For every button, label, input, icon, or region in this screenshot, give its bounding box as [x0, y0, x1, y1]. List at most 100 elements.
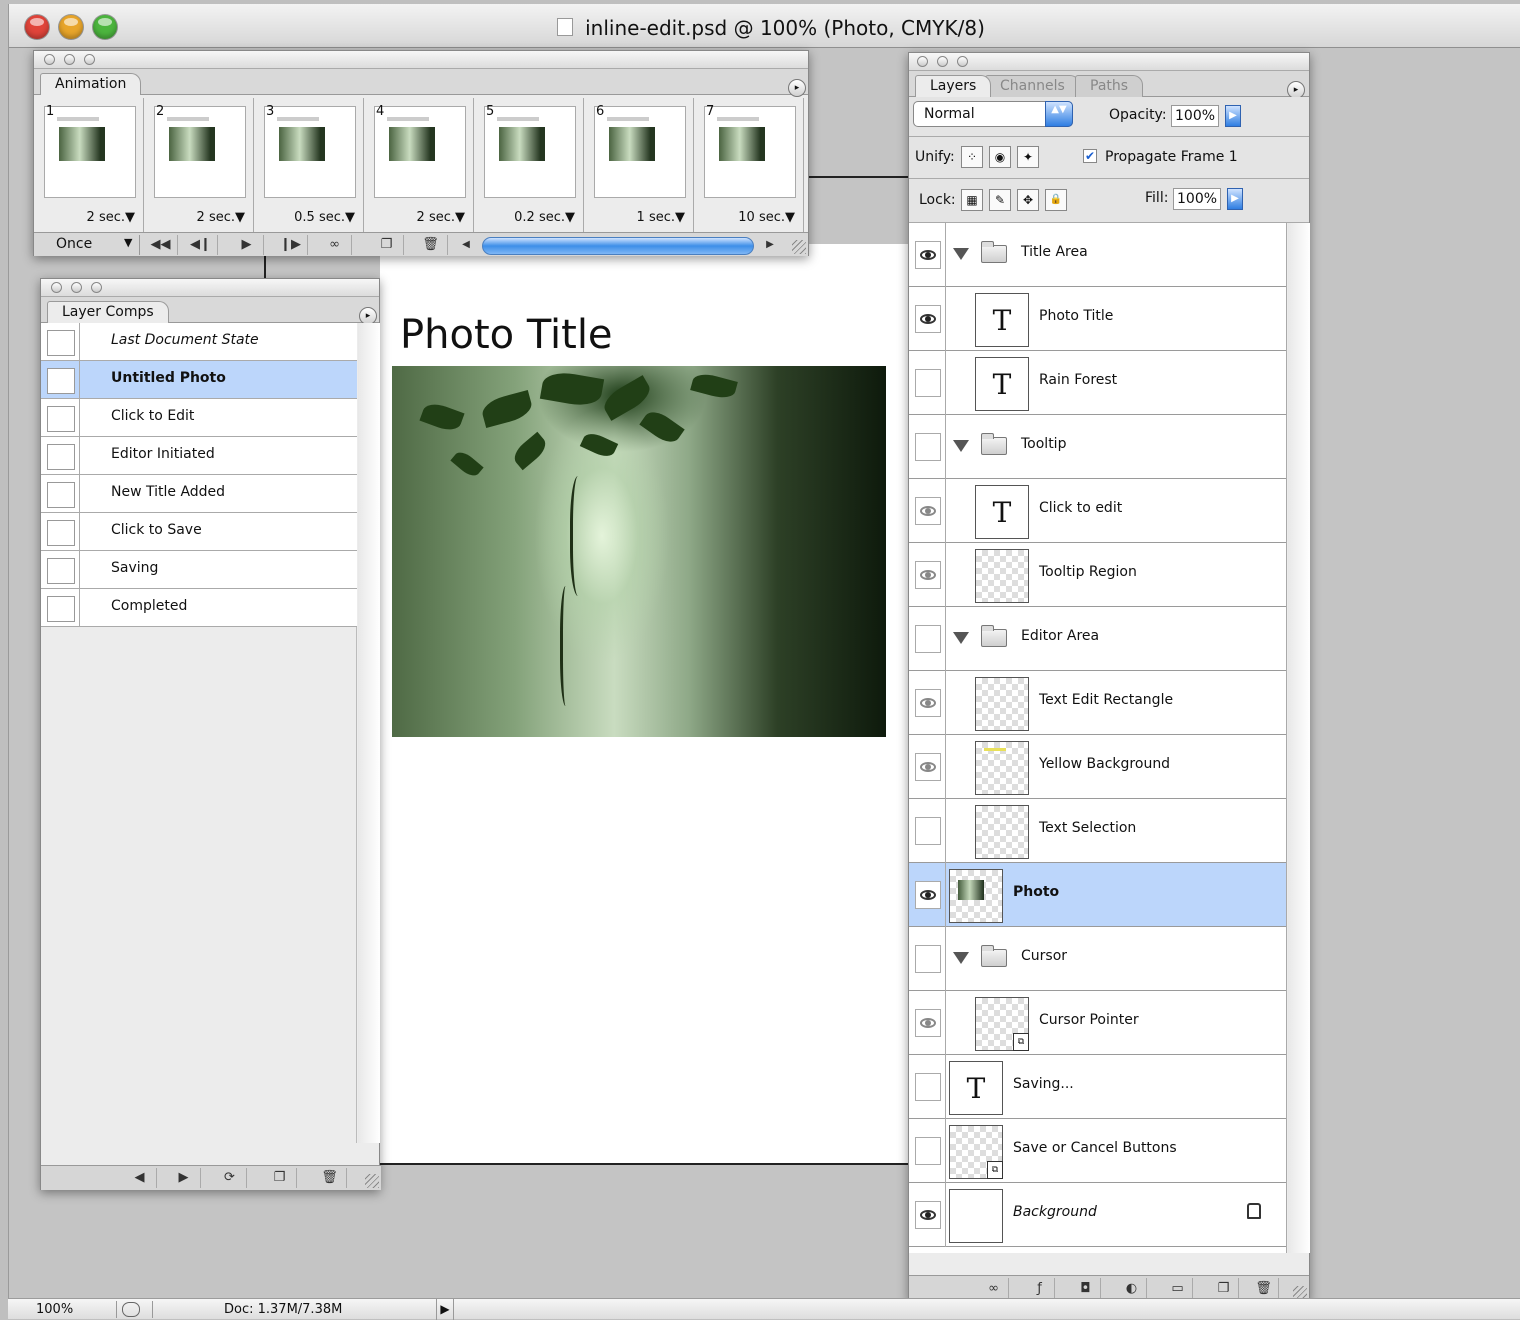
new-layer-icon[interactable]: ❐: [1209, 1278, 1239, 1300]
layer-row[interactable]: T Rain Forest: [909, 351, 1286, 415]
palette-minimize-button[interactable]: [71, 282, 82, 293]
palette-titlebar[interactable]: [41, 279, 379, 297]
apply-comp-checkbox[interactable]: [47, 558, 75, 584]
layers-scrollbar[interactable]: [1288, 223, 1310, 1253]
lock-all-icon[interactable]: 🔒: [1045, 189, 1067, 211]
palette-zoom-button[interactable]: [957, 56, 968, 67]
next-frame-button[interactable]: ❙▶: [274, 235, 308, 255]
apply-comp-checkbox[interactable]: [47, 444, 75, 470]
duplicate-frame-button[interactable]: ❐: [370, 235, 404, 255]
layer-comp-row[interactable]: Completed: [41, 589, 357, 627]
apply-comp-checkbox[interactable]: [47, 596, 75, 622]
palette-titlebar[interactable]: [909, 53, 1309, 71]
layer-row[interactable]: Photo: [909, 863, 1286, 927]
visibility-toggle[interactable]: [915, 817, 941, 845]
layer-group-row[interactable]: Editor Area: [909, 607, 1286, 671]
tab-paths[interactable]: Paths: [1075, 75, 1144, 97]
visibility-toggle[interactable]: [915, 881, 941, 909]
layer-comp-row[interactable]: Saving: [41, 551, 357, 589]
link-layers-icon[interactable]: ∞: [979, 1278, 1009, 1300]
visibility-toggle[interactable]: [915, 1201, 941, 1229]
previous-frame-button[interactable]: ◀❙: [184, 235, 218, 255]
layer-row[interactable]: ⧉ Cursor Pointer: [909, 991, 1286, 1055]
tween-button[interactable]: ∞: [318, 235, 352, 255]
disclosure-triangle-icon[interactable]: [953, 952, 969, 964]
layer-comp-row[interactable]: New Title Added: [41, 475, 357, 513]
animation-frame[interactable]: 3 0.5 sec.▼: [256, 98, 364, 232]
layer-row[interactable]: Tooltip Region: [909, 543, 1286, 607]
layer-group-row[interactable]: Title Area: [909, 223, 1286, 287]
resize-grip[interactable]: [792, 240, 806, 254]
frame-delay-select[interactable]: 1 sec.▼: [637, 210, 685, 225]
visibility-toggle[interactable]: [915, 945, 941, 973]
palette-close-button[interactable]: [44, 54, 55, 65]
unify-style-icon[interactable]: ✦: [1017, 146, 1039, 168]
visibility-toggle[interactable]: [915, 369, 941, 397]
tab-animation[interactable]: Animation: [40, 73, 142, 95]
opacity-slider-icon[interactable]: ▶: [1225, 105, 1241, 127]
tab-layers[interactable]: Layers: [915, 75, 992, 97]
layer-comp-row[interactable]: Last Document State: [41, 323, 357, 361]
delete-layer-icon[interactable]: 🗑: [1249, 1278, 1279, 1300]
animation-frame[interactable]: 5 0.2 sec.▼: [476, 98, 584, 232]
fill-input[interactable]: 100%: [1173, 188, 1221, 210]
layer-comp-row[interactable]: Click to Edit: [41, 399, 357, 437]
layer-group-row[interactable]: Cursor: [909, 927, 1286, 991]
visibility-toggle[interactable]: [915, 625, 941, 653]
status-menu-icon[interactable]: ▶: [436, 1299, 454, 1320]
palette-menu-icon[interactable]: ▸: [788, 79, 806, 97]
layer-comp-row[interactable]: Click to Save: [41, 513, 357, 551]
animation-frame[interactable]: 7 10 sec.▼: [696, 98, 804, 232]
previous-comp-button[interactable]: ◀: [123, 1168, 157, 1188]
layer-row[interactable]: T Photo Title: [909, 287, 1286, 351]
animation-frame[interactable]: 6 1 sec.▼: [586, 98, 694, 232]
palette-minimize-button[interactable]: [64, 54, 75, 65]
new-group-icon[interactable]: ▭: [1163, 1278, 1193, 1300]
frame-delay-select[interactable]: 0.5 sec.▼: [294, 210, 355, 225]
disclosure-triangle-icon[interactable]: [953, 632, 969, 644]
unify-visibility-icon[interactable]: ◉: [989, 146, 1011, 168]
delete-frame-button[interactable]: 🗑: [414, 235, 448, 255]
palette-titlebar[interactable]: [34, 51, 808, 69]
layer-style-icon[interactable]: ƒ: [1025, 1278, 1055, 1300]
propagate-checkbox[interactable]: ✔: [1083, 149, 1097, 163]
adjustment-layer-icon[interactable]: ◐: [1117, 1278, 1147, 1300]
fill-slider-icon[interactable]: ▶: [1227, 188, 1243, 210]
visibility-toggle[interactable]: [915, 561, 941, 589]
apply-comp-checkbox[interactable]: [47, 520, 75, 546]
visibility-toggle[interactable]: [915, 241, 941, 269]
visibility-toggle[interactable]: [915, 1137, 941, 1165]
tab-layer-comps[interactable]: Layer Comps: [47, 301, 169, 323]
frame-delay-select[interactable]: 10 sec.▼: [738, 210, 795, 225]
layer-comp-row[interactable]: Untitled Photo: [41, 361, 357, 399]
next-comp-button[interactable]: ▶: [167, 1168, 201, 1188]
visibility-toggle[interactable]: [915, 1009, 941, 1037]
opacity-input[interactable]: 100%: [1171, 105, 1219, 127]
version-cue-icon[interactable]: [122, 1302, 140, 1317]
unify-position-icon[interactable]: ⁘: [961, 146, 983, 168]
palette-close-button[interactable]: [917, 56, 928, 67]
layer-row[interactable]: Text Selection: [909, 799, 1286, 863]
first-frame-button[interactable]: ◀◀: [144, 235, 178, 255]
palette-close-button[interactable]: [51, 282, 62, 293]
frame-delay-select[interactable]: 2 sec.▼: [197, 210, 245, 225]
palette-minimize-button[interactable]: [937, 56, 948, 67]
visibility-toggle[interactable]: [915, 689, 941, 717]
update-comp-button[interactable]: ⟳: [213, 1168, 247, 1188]
new-comp-button[interactable]: ❐: [263, 1168, 297, 1188]
lock-paint-icon[interactable]: ✎: [989, 189, 1011, 211]
lock-move-icon[interactable]: ✥: [1017, 189, 1039, 211]
frame-delay-select[interactable]: 2 sec.▼: [87, 210, 135, 225]
palette-zoom-button[interactable]: [84, 54, 95, 65]
delete-comp-button[interactable]: 🗑: [313, 1168, 347, 1188]
visibility-toggle[interactable]: [915, 753, 941, 781]
layer-mask-icon[interactable]: ◘: [1071, 1278, 1101, 1300]
apply-comp-checkbox[interactable]: [47, 330, 75, 356]
layer-row[interactable]: ⧉ Save or Cancel Buttons: [909, 1119, 1286, 1183]
animation-frame[interactable]: 2 2 sec.▼: [146, 98, 254, 232]
animation-frame[interactable]: 4 2 sec.▼: [366, 98, 474, 232]
tab-channels[interactable]: Channels: [985, 75, 1080, 97]
layer-row[interactable]: Text Edit Rectangle: [909, 671, 1286, 735]
palette-zoom-button[interactable]: [91, 282, 102, 293]
layer-row[interactable]: Background: [909, 1183, 1286, 1247]
